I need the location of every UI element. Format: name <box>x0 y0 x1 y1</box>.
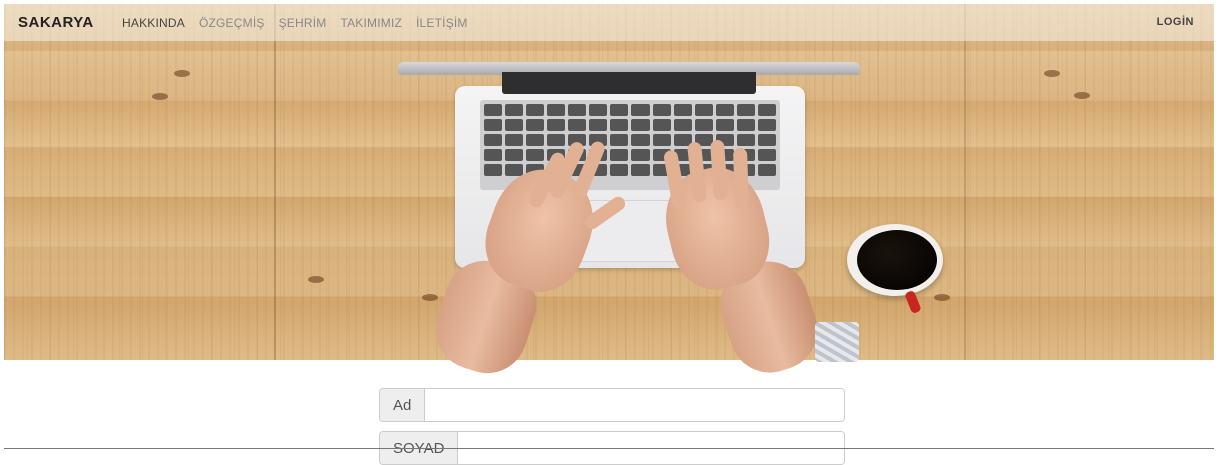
nav-link-hakkinda[interactable]: HAKKINDA <box>122 16 185 30</box>
nav-link-ozgecmis[interactable]: ÖZGEÇMİŞ <box>199 16 265 30</box>
nav-link-takimimiz[interactable]: TAKIMIMIZ <box>340 16 402 30</box>
shirt-cuff <box>815 322 859 362</box>
navbar: SAKARYA HAKKINDA ÖZGEÇMİŞ ŞEHRİM TAKIMIM… <box>4 4 1214 41</box>
bottom-divider <box>4 448 1214 449</box>
nav-links: HAKKINDA ÖZGEÇMİŞ ŞEHRİM TAKIMIMIZ İLETİ… <box>122 16 468 30</box>
ad-input-group: Ad <box>379 388 845 422</box>
nav-link-iletisim[interactable]: İLETİŞİM <box>416 16 468 30</box>
nav-link-sehrim[interactable]: ŞEHRİM <box>279 16 327 30</box>
brand-logo[interactable]: SAKARYA <box>18 14 94 31</box>
login-link[interactable]: LOGİN <box>1157 16 1194 28</box>
laptop-hinge <box>502 72 756 94</box>
ad-label: Ad <box>380 389 426 421</box>
ad-input[interactable] <box>425 389 844 421</box>
coffee <box>857 230 937 290</box>
